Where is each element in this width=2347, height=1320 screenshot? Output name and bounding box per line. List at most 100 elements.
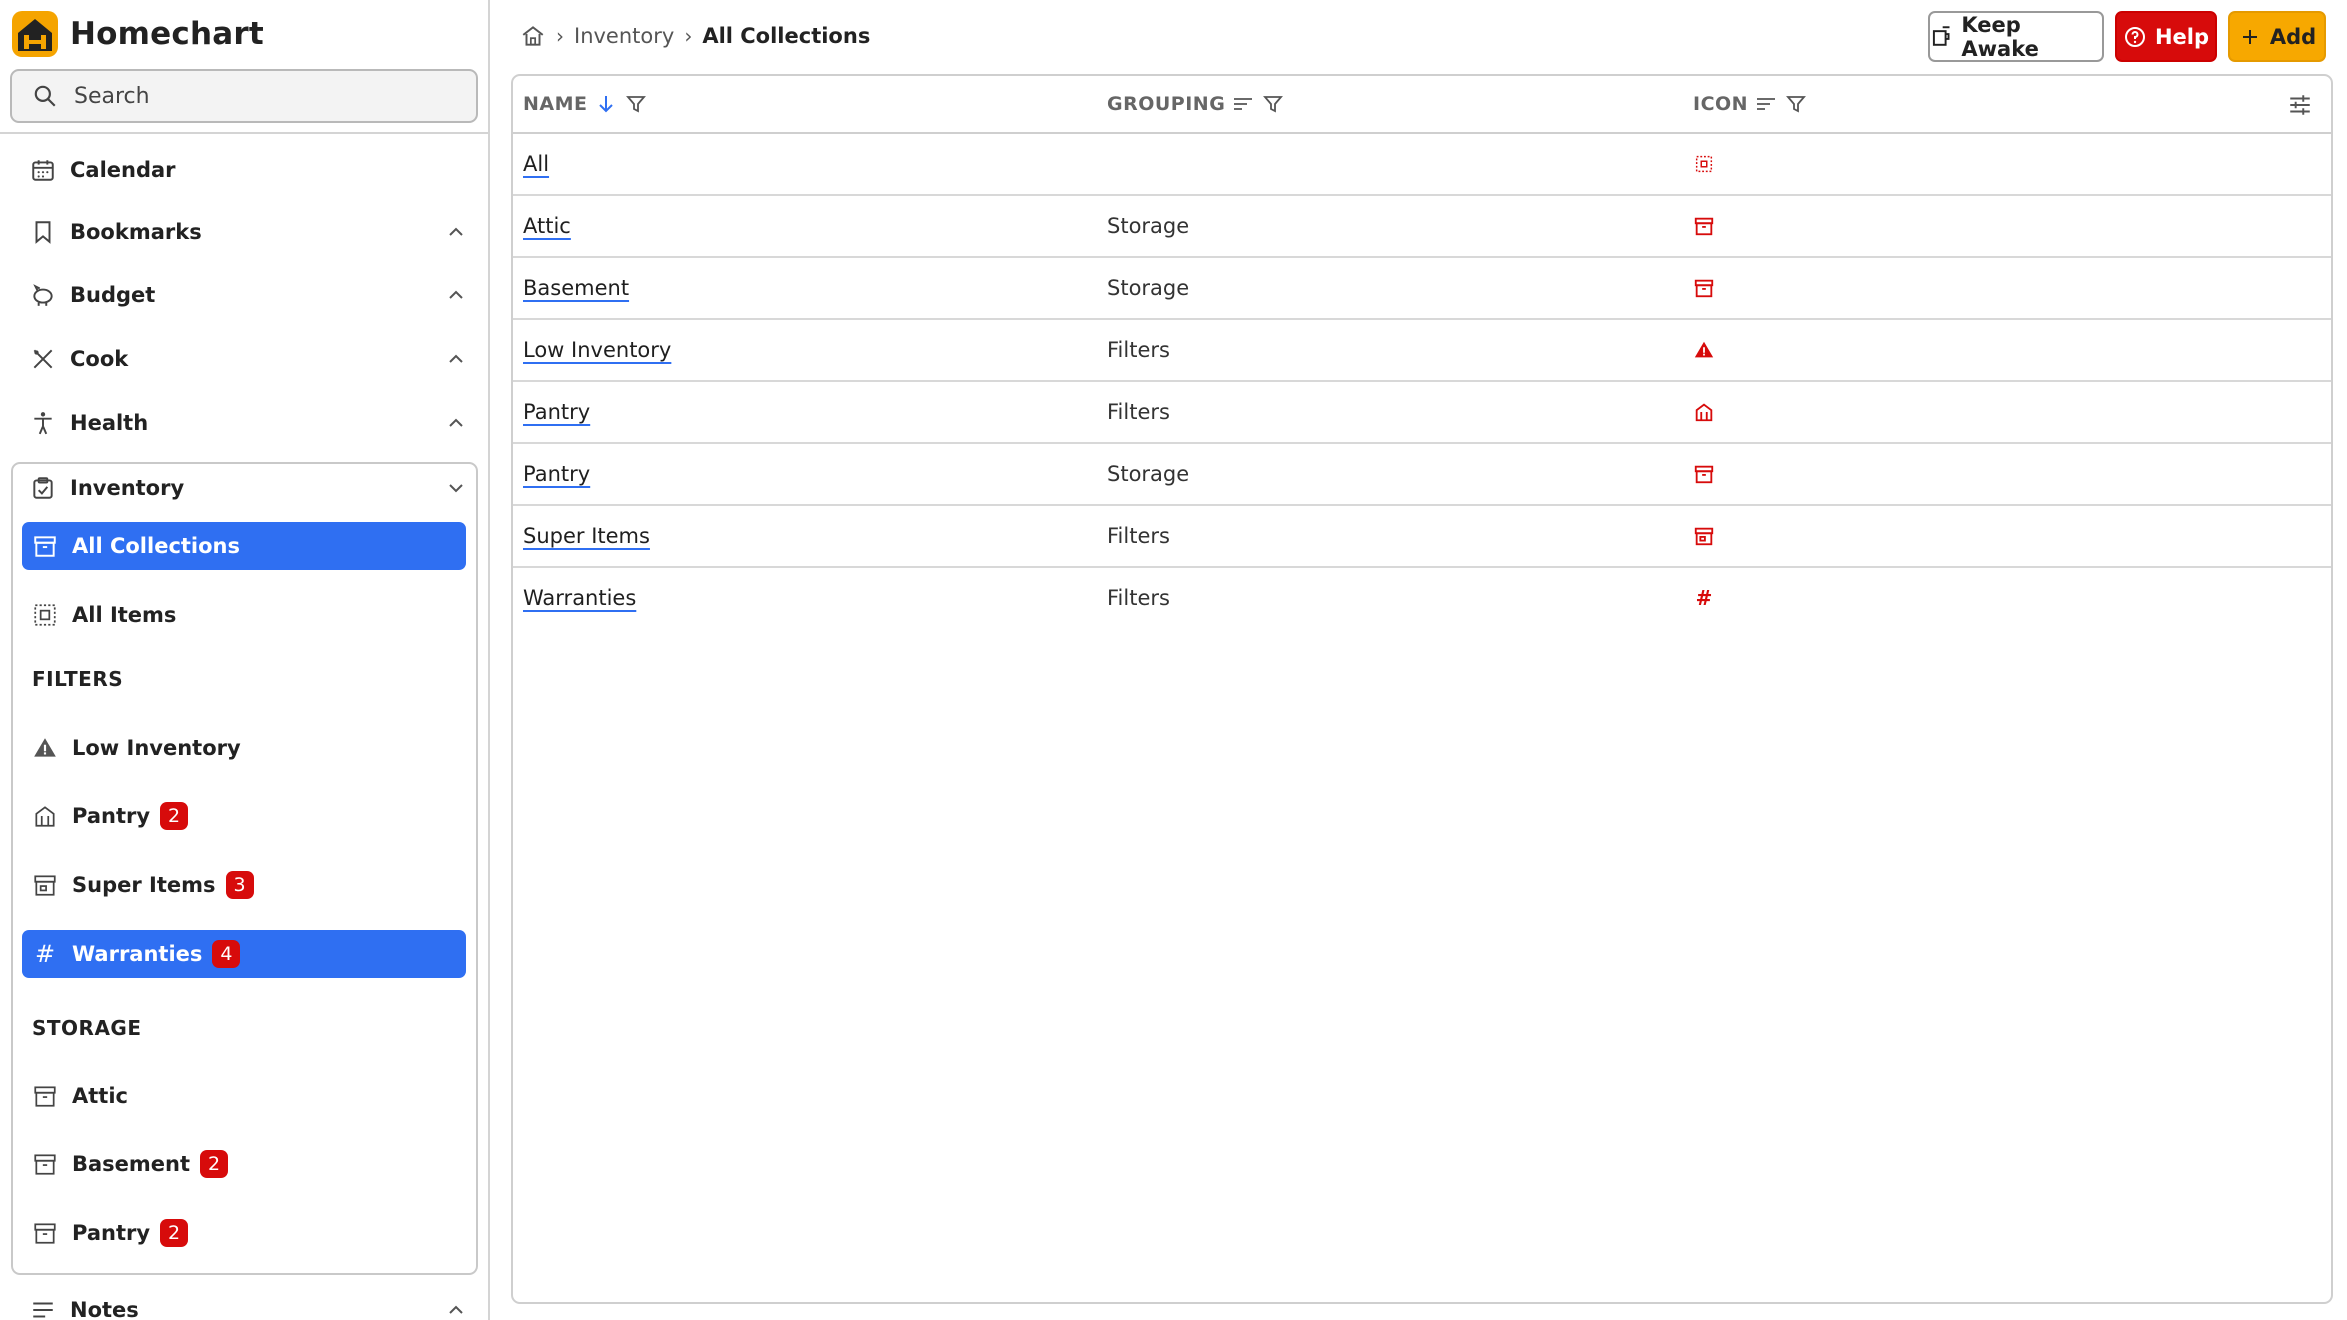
sidebar-item-label: Low Inventory — [72, 736, 241, 760]
chevron-down-icon[interactable] — [444, 476, 468, 500]
sidebar-item-attic[interactable]: Attic — [22, 1072, 466, 1120]
warning-icon — [1694, 341, 1714, 358]
sidebar-item-label: Notes — [70, 1298, 139, 1320]
app-name: Homechart — [70, 16, 264, 52]
table-row[interactable]: Basement Storage — [513, 258, 2331, 320]
all-items-icon — [34, 604, 56, 626]
breadcrumb: › Inventory › All Collections — [520, 18, 870, 54]
filter-icon[interactable] — [1784, 92, 1808, 116]
count-badge: 2 — [160, 1219, 189, 1247]
sidebar-item-label: Bookmarks — [70, 220, 202, 244]
home-icon[interactable] — [520, 23, 546, 49]
sidebar-item-label: Calendar — [70, 158, 176, 182]
accessibility-icon — [34, 412, 52, 435]
tag-icon: # — [34, 940, 56, 968]
keep-awake-button[interactable]: Keep Awake — [1928, 11, 2104, 62]
collection-name-link[interactable]: Basement — [523, 276, 629, 300]
breadcrumb-inventory[interactable]: Inventory — [574, 24, 674, 48]
search-input[interactable]: Search — [10, 69, 478, 123]
sidebar-item-low-inventory[interactable]: Low Inventory — [22, 724, 466, 772]
brand[interactable]: Homechart — [12, 10, 264, 58]
sort-icon[interactable] — [1231, 92, 1255, 116]
sidebar-item-bookmarks[interactable]: Bookmarks — [30, 212, 463, 252]
table-row[interactable]: All — [513, 134, 2331, 196]
collection-name-link[interactable]: Super Items — [523, 524, 650, 548]
box-icon — [1694, 279, 1714, 298]
bookmark-icon — [35, 221, 51, 244]
column-settings-icon[interactable] — [2287, 92, 2313, 118]
box-icon — [34, 1086, 56, 1107]
column-name[interactable]: NAME — [523, 92, 648, 116]
collection-grouping: Storage — [1107, 214, 1190, 238]
collection-name-link[interactable]: Attic — [523, 214, 571, 238]
column-grouping[interactable]: GROUPING — [1107, 92, 1285, 116]
column-icon[interactable]: ICON — [1693, 92, 1808, 116]
sidebar-item-label: All Collections — [72, 534, 240, 558]
table-row[interactable]: Super Items Filters — [513, 506, 2331, 568]
table-row[interactable]: Attic Storage — [513, 196, 2331, 258]
collection-name-link[interactable]: Warranties — [523, 586, 636, 610]
store-icon — [1694, 527, 1714, 546]
chevron-up-icon[interactable] — [444, 220, 468, 244]
sidebar-item-label: Basement — [72, 1152, 191, 1176]
sidebar-item-all-collections[interactable]: All Collections — [22, 522, 466, 570]
add-button[interactable]: Add — [2228, 11, 2326, 62]
chevron-up-icon[interactable] — [444, 411, 468, 435]
collection-grouping: Filters — [1107, 586, 1170, 610]
sidebar-item-basement[interactable]: Basement 2 — [22, 1140, 466, 1188]
notes-icon — [33, 1302, 53, 1318]
column-name-label: NAME — [523, 93, 588, 115]
filter-icon[interactable] — [624, 92, 648, 116]
chevron-up-icon[interactable] — [444, 347, 468, 371]
sort-descending-icon[interactable] — [594, 92, 618, 116]
tag-icon: # — [1695, 586, 1713, 610]
sidebar-item-label: Super Items — [72, 873, 216, 897]
breadcrumb-current: All Collections — [702, 24, 871, 48]
add-label: Add — [2269, 24, 2317, 49]
sort-icon[interactable] — [1754, 92, 1778, 116]
sidebar-item-pantry-filter[interactable]: Pantry 2 — [22, 792, 466, 840]
sidebar-item-super-items[interactable]: Super Items 3 — [22, 861, 466, 909]
sidebar-item-label: Cook — [70, 347, 129, 371]
sidebar-item-pantry-storage[interactable]: Pantry 2 — [22, 1209, 466, 1257]
collection-name-link[interactable]: Low Inventory — [523, 338, 671, 362]
help-icon — [2124, 26, 2145, 47]
homechart-logo-icon — [12, 11, 58, 57]
pantry-icon — [35, 806, 55, 827]
sidebar-item-label: Pantry — [72, 804, 151, 828]
help-button[interactable]: Help — [2115, 11, 2217, 62]
sidebar-item-health[interactable]: Health — [30, 403, 463, 443]
collection-name-link[interactable]: Pantry — [523, 400, 590, 424]
all-items-icon — [1695, 155, 1713, 173]
keep-awake-label: Keep Awake — [1961, 12, 2039, 61]
table-row[interactable]: Low Inventory Filters — [513, 320, 2331, 382]
box-icon — [34, 1223, 56, 1244]
table-row[interactable]: Warranties Filters # — [513, 568, 2331, 630]
storage-heading: STORAGE — [32, 1016, 142, 1040]
collection-name-link[interactable]: Pantry — [523, 462, 590, 486]
sidebar-item-cook[interactable]: Cook — [30, 339, 463, 379]
sidebar-item-warranties[interactable]: # Warranties 4 — [22, 930, 466, 978]
sidebar: Homechart Search Calendar Bookmarks Budg… — [0, 0, 490, 1320]
collection-name-link[interactable]: All — [523, 152, 549, 176]
count-badge: 2 — [200, 1150, 229, 1178]
box-icon — [1694, 465, 1714, 484]
chevron-up-icon[interactable] — [444, 1298, 468, 1320]
sidebar-item-all-items[interactable]: All Items — [22, 591, 466, 639]
plus-icon — [2242, 29, 2257, 44]
table-row[interactable]: Pantry Filters — [513, 382, 2331, 444]
sidebar-item-notes[interactable]: Notes — [30, 1290, 463, 1320]
collection-grouping: Filters — [1107, 338, 1170, 362]
piggy-bank-icon — [33, 284, 53, 306]
sidebar-item-calendar[interactable]: Calendar — [30, 150, 460, 190]
chevron-up-icon[interactable] — [444, 283, 468, 307]
sidebar-item-inventory[interactable]: Inventory — [30, 468, 463, 508]
table-row[interactable]: Pantry Storage — [513, 444, 2331, 506]
collection-grouping: Filters — [1107, 400, 1170, 424]
breadcrumb-separator: › — [684, 24, 693, 48]
sidebar-item-label: Warranties — [72, 942, 203, 966]
sidebar-item-budget[interactable]: Budget — [30, 275, 463, 315]
breadcrumb-separator: › — [556, 24, 564, 48]
coffee-cup-icon — [1932, 25, 1950, 46]
filter-icon[interactable] — [1261, 92, 1285, 116]
